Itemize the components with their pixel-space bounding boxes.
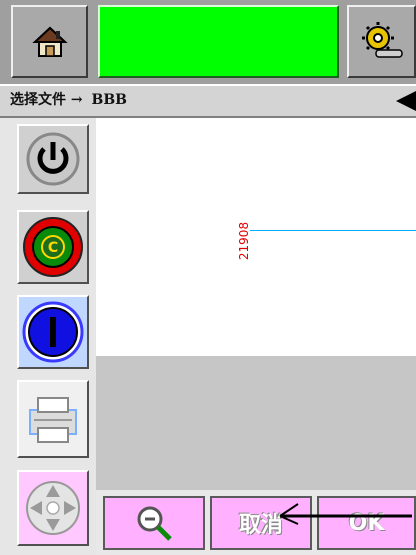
back-arrow-icon[interactable]	[394, 90, 416, 112]
zoom-button[interactable]	[103, 496, 205, 550]
print-line	[250, 230, 416, 231]
gear-wrench-icon	[361, 21, 403, 58]
direction-pad-button[interactable]	[17, 470, 89, 546]
direction-pad-icon	[26, 481, 80, 535]
printer-button[interactable]	[17, 380, 89, 458]
power-button[interactable]	[17, 124, 89, 194]
start-print-button[interactable]	[17, 295, 89, 369]
canvas-empty-area	[96, 356, 416, 490]
home-icon	[31, 26, 68, 57]
zoom-icon	[137, 506, 172, 541]
breadcrumb: 选择文件 → BBB	[10, 89, 127, 109]
path-label: 选择文件	[10, 92, 66, 108]
printer-icon	[29, 397, 77, 443]
title-display	[98, 5, 339, 78]
print-counter: 21908	[237, 221, 251, 261]
path-file-name: BBB	[91, 92, 127, 108]
jet-status-button[interactable]: C	[17, 210, 89, 284]
path-arrow: →	[70, 92, 83, 108]
print-start-icon	[22, 301, 84, 363]
power-icon	[26, 132, 80, 186]
settings-button[interactable]	[347, 5, 416, 78]
svg-text:C: C	[48, 240, 58, 256]
jet-status-icon: C	[23, 217, 83, 277]
cursor-arrow-icon	[279, 503, 412, 525]
home-button[interactable]	[11, 5, 88, 78]
